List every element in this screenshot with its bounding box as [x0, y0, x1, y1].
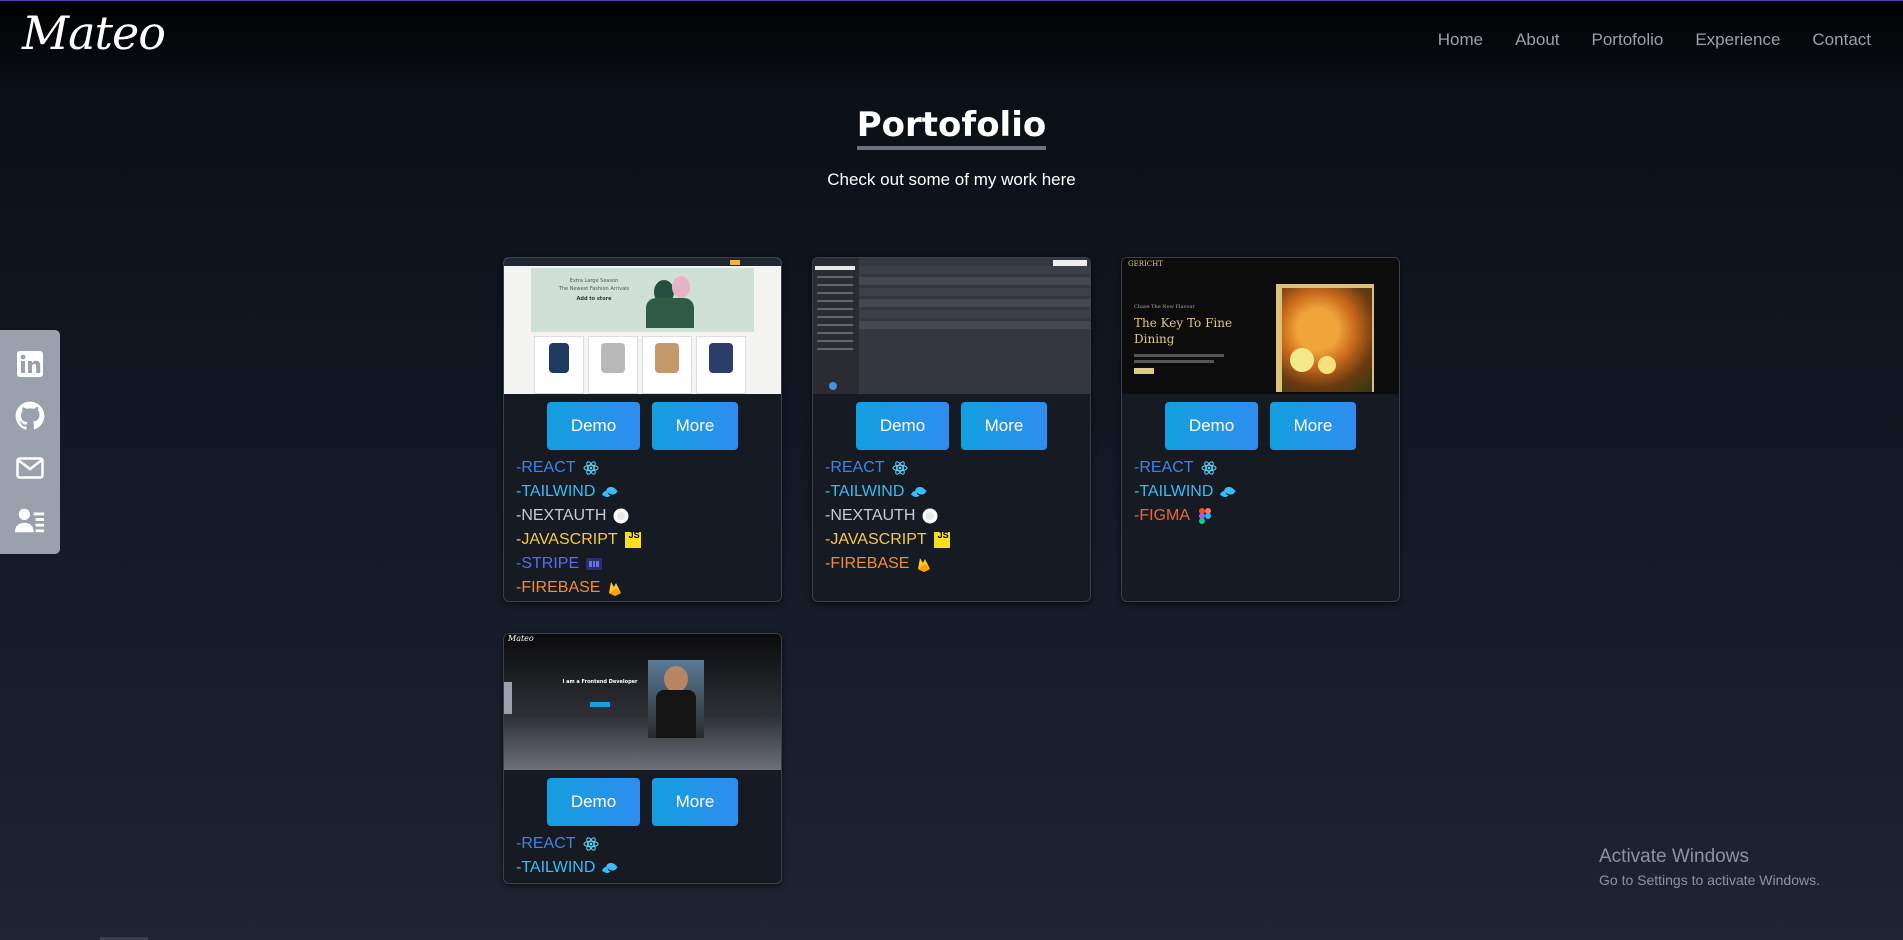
- more-button[interactable]: More: [652, 402, 738, 450]
- resume-icon[interactable]: [15, 505, 45, 535]
- project-card: GERICHT Chase The New Flavour The Key To…: [1121, 257, 1400, 602]
- project-actions: Demo More: [813, 402, 1090, 450]
- react-icon: [583, 460, 599, 476]
- stripe-icon: [586, 556, 603, 572]
- tech-item: -FIREBASE: [825, 552, 1090, 576]
- tech-item: -NEXTAUTH: [516, 504, 781, 528]
- tech-item: -FIGMA: [1134, 504, 1399, 528]
- project-card: Extra Large Season The Newest Fashion Ar…: [503, 257, 782, 602]
- demo-button[interactable]: Demo: [547, 402, 640, 450]
- more-button[interactable]: More: [652, 778, 738, 826]
- section-subtitle: Check out some of my work here: [827, 170, 1076, 189]
- nav-experience[interactable]: Experience: [1695, 30, 1780, 50]
- section-title: Portofolio: [856, 104, 1047, 150]
- activate-subtitle: Go to Settings to activate Windows.: [1599, 872, 1820, 888]
- social-sidebar: [0, 330, 60, 554]
- tech-list: -REACT -TAILWIND: [504, 826, 781, 880]
- tech-item: -TAILWIND: [1134, 480, 1399, 504]
- project-thumbnail[interactable]: Mateo I am a Frontend Developer: [504, 634, 781, 770]
- section-title-wrap: Portofolio: [0, 104, 1903, 150]
- demo-button[interactable]: Demo: [547, 778, 640, 826]
- tailwind-icon: [602, 484, 618, 500]
- tech-item: -TAILWIND: [825, 480, 1090, 504]
- demo-button[interactable]: Demo: [1165, 402, 1258, 450]
- tech-item: -REACT: [516, 456, 781, 480]
- figma-icon: [1197, 508, 1213, 524]
- firebase-icon: [607, 580, 623, 596]
- project-card: Mateo I am a Frontend Developer Demo Mor…: [503, 633, 782, 884]
- tech-item: -JAVASCRIPT JS: [516, 530, 641, 548]
- tech-item: -JAVASCRIPT JS: [825, 530, 950, 548]
- tailwind-icon: [602, 860, 618, 876]
- nav-contact[interactable]: Contact: [1812, 30, 1871, 50]
- tech-item: -STRIPE: [516, 552, 781, 576]
- github-icon[interactable]: [15, 401, 45, 431]
- mail-icon[interactable]: [15, 453, 45, 483]
- linkedin-icon[interactable]: [15, 349, 45, 379]
- project-thumbnail[interactable]: GERICHT Chase The New Flavour The Key To…: [1122, 258, 1399, 394]
- react-icon: [1201, 460, 1217, 476]
- tech-list: -REACT -TAILWIND -NEXTAUTH -JAVASCRIPT JS…: [504, 450, 781, 600]
- project-actions: Demo More: [504, 402, 781, 450]
- project-card: Demo More -REACT -TAILWIND -NEXTAUTH -JA…: [812, 257, 1091, 602]
- firebase-icon: [916, 556, 932, 572]
- tech-item: -REACT: [825, 456, 1090, 480]
- tech-list: -REACT -TAILWIND -NEXTAUTH -JAVASCRIPT JS…: [813, 450, 1090, 576]
- project-actions: Demo More: [504, 778, 781, 826]
- react-icon: [583, 836, 599, 852]
- tech-item: -REACT: [1134, 456, 1399, 480]
- tailwind-icon: [911, 484, 927, 500]
- nav-home[interactable]: Home: [1438, 30, 1483, 50]
- project-thumbnail[interactable]: Extra Large Season The Newest Fashion Ar…: [504, 258, 781, 394]
- more-button[interactable]: More: [961, 402, 1047, 450]
- nav-about[interactable]: About: [1515, 30, 1559, 50]
- tailwind-icon: [1220, 484, 1236, 500]
- javascript-icon: JS: [933, 530, 950, 548]
- tech-item: -TAILWIND: [516, 480, 781, 504]
- project-thumbnail[interactable]: [813, 258, 1090, 394]
- site-logo[interactable]: Mateo: [22, 6, 166, 60]
- tech-list: -REACT -TAILWIND -FIGMA: [1122, 450, 1399, 528]
- demo-button[interactable]: Demo: [856, 402, 949, 450]
- tech-item: -TAILWIND: [516, 856, 781, 880]
- activate-windows-watermark: Activate Windows Go to Settings to activ…: [1599, 846, 1820, 888]
- top-accent-line: [0, 0, 1903, 1]
- main-nav: Home About Portofolio Experience Contact: [1406, 30, 1871, 50]
- tech-item: -FIREBASE: [516, 576, 781, 600]
- tech-item: -NEXTAUTH: [825, 504, 1090, 528]
- nextauth-icon: [613, 508, 629, 524]
- javascript-icon: JS: [624, 530, 641, 548]
- more-button[interactable]: More: [1270, 402, 1356, 450]
- project-actions: Demo More: [1122, 402, 1399, 450]
- nextauth-icon: [922, 508, 938, 524]
- activate-title: Activate Windows: [1599, 846, 1749, 867]
- react-icon: [892, 460, 908, 476]
- tech-item: -REACT: [516, 832, 781, 856]
- nav-portofolio[interactable]: Portofolio: [1592, 30, 1664, 50]
